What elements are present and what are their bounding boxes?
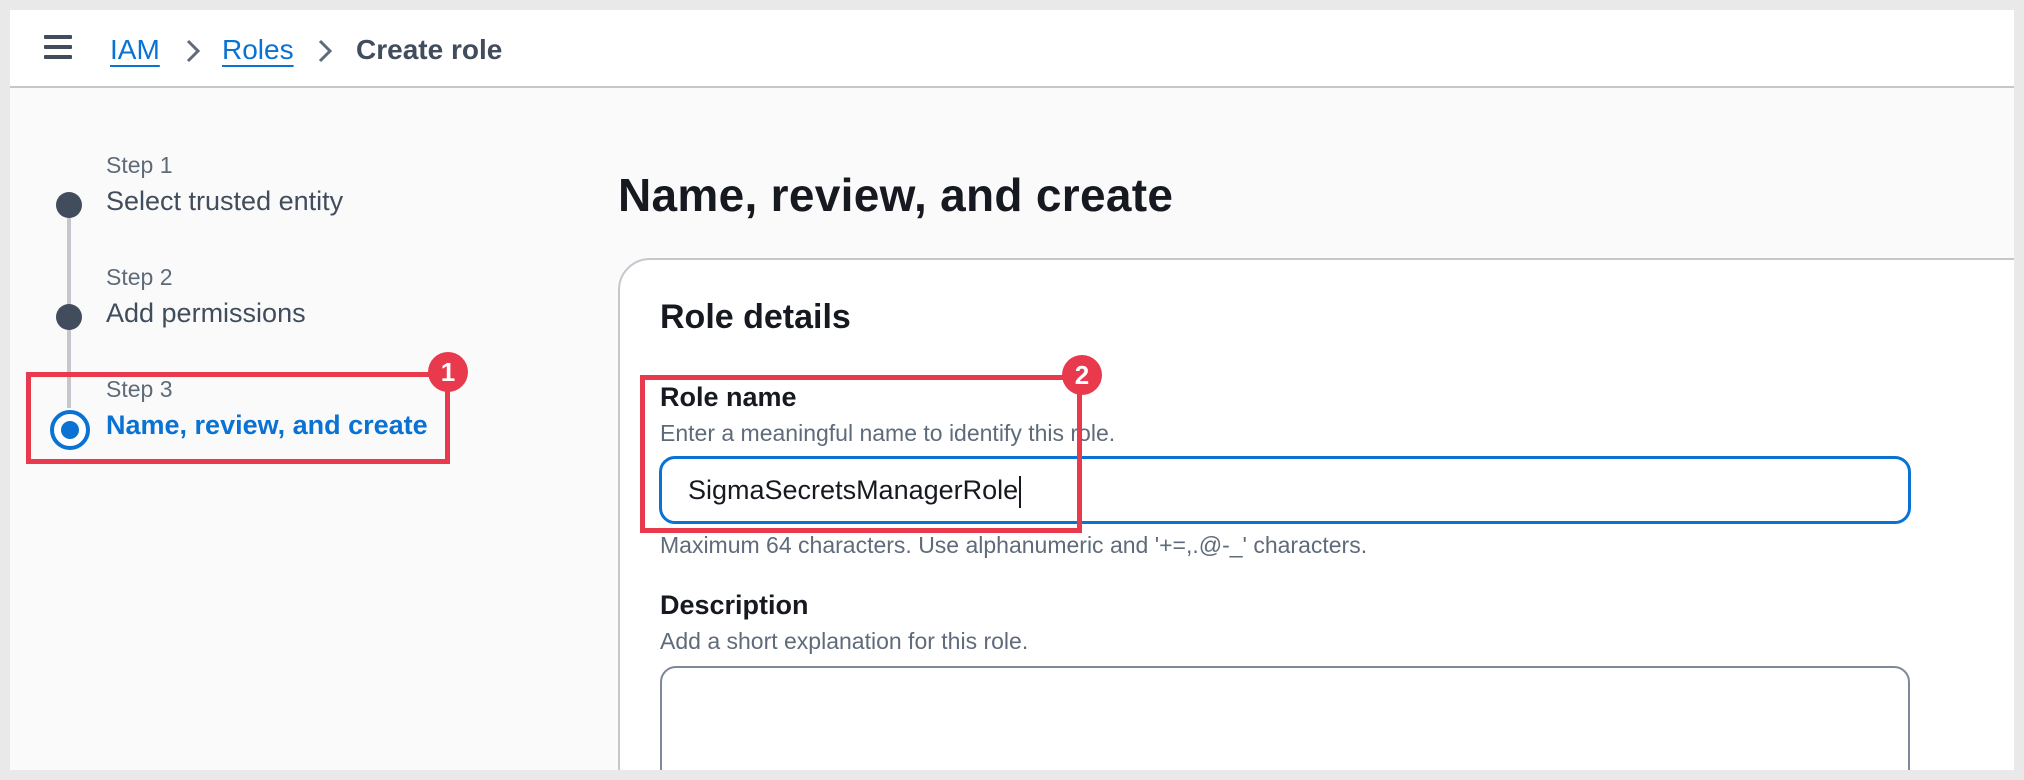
step-1-indicator-icon (56, 192, 82, 218)
page-title: Name, review, and create (618, 169, 1174, 221)
annotation-box-2 (640, 375, 1082, 533)
description-hint: Add a short explanation for this role. (660, 628, 1029, 654)
step-1-link[interactable]: Select trusted entity (106, 186, 343, 217)
app-frame: IAM Roles Create role Step 1 Select trus… (10, 10, 2014, 770)
description-textarea[interactable] (660, 666, 1910, 770)
annotation-badge-1: 1 (428, 352, 468, 392)
description-label: Description (660, 590, 809, 620)
step-2-indicator-icon (56, 304, 82, 330)
role-details-heading: Role details (660, 298, 851, 336)
step-1-label: Step 1 (106, 152, 173, 178)
top-bar: IAM Roles Create role (10, 10, 2014, 88)
role-name-constraint: Maximum 64 characters. Use alphanumeric … (660, 532, 1368, 558)
breadcrumb-roles-link[interactable]: Roles (222, 32, 294, 68)
menu-icon[interactable] (40, 32, 78, 68)
breadcrumb-current: Create role (356, 34, 503, 65)
step-2-link[interactable]: Add permissions (106, 298, 306, 329)
annotation-box-1 (26, 372, 450, 464)
annotation-badge-2: 2 (1062, 355, 1102, 395)
chevron-right-icon (186, 39, 201, 63)
chevron-right-icon (318, 39, 333, 63)
step-2-label: Step 2 (106, 264, 173, 290)
breadcrumb-iam-link[interactable]: IAM (110, 32, 160, 68)
